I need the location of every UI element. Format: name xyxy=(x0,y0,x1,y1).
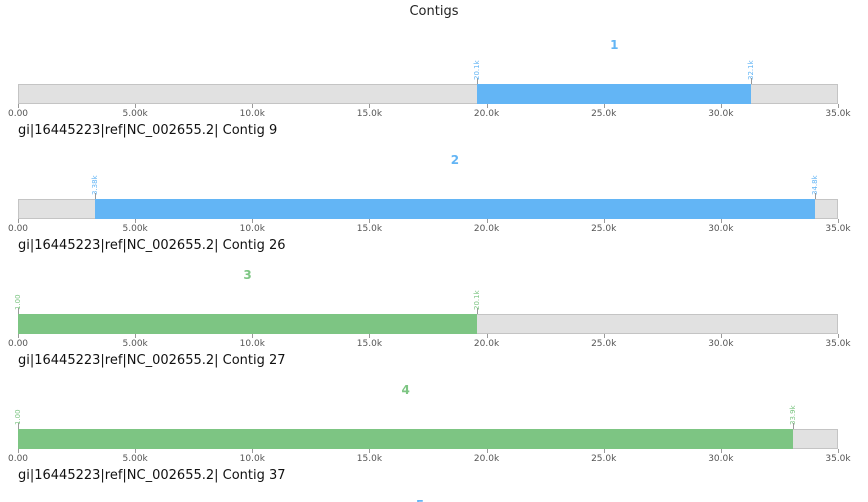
contig-panel-1: 1 20.1k 32.1k 0.00 5.00k 10.0k 15.0k 20.0k 25… xyxy=(0,38,868,153)
axis-tick-mark xyxy=(369,219,371,223)
contig-panel-2: 2 3.38k 34.8k 0.00 5.00k 10.0k 15.0k 20.0k 25… xyxy=(0,153,868,268)
contig-number-partial[interactable]: 5 xyxy=(416,498,424,502)
axis-tick-label: 25.0k xyxy=(591,454,617,464)
page-title: Contigs xyxy=(409,4,459,19)
axis-tick-mark xyxy=(603,219,605,223)
axis-tick-label: 5.00k xyxy=(122,339,148,349)
region-start-label: 1.00 xyxy=(14,294,22,310)
axis-tick-label: 0.00 xyxy=(7,109,29,119)
axis-tick-label: 30.0k xyxy=(708,224,734,234)
contig-number[interactable]: 3 xyxy=(243,268,251,282)
axis-tick-label: 5.00k xyxy=(122,109,148,119)
axis-tick-mark xyxy=(135,449,137,453)
axis-tick-label: 30.0k xyxy=(708,109,734,119)
axis-tick-mark xyxy=(603,334,605,338)
axis-tick-label: 35.0k xyxy=(825,339,851,349)
axis-tick-label: 0.00 xyxy=(7,224,29,234)
axis-tick-label: 35.0k xyxy=(825,454,851,464)
region-end-label: 33.9k xyxy=(789,405,798,425)
contig-region-bar[interactable] xyxy=(18,429,794,449)
axis-tick-label: 10.0k xyxy=(239,109,265,119)
region-end-label: 34.8k xyxy=(810,175,819,195)
contig-number[interactable]: 2 xyxy=(451,153,459,167)
axis-tick-mark xyxy=(486,449,488,453)
contig-number[interactable]: 1 xyxy=(610,38,618,52)
contig-region-bar[interactable] xyxy=(477,84,752,104)
axis-tick-mark xyxy=(18,449,19,453)
axis-tick-mark xyxy=(369,334,371,338)
axis-tick-mark xyxy=(18,334,19,338)
axis-tick-mark xyxy=(369,449,371,453)
axis-tick-label: 30.0k xyxy=(708,339,734,349)
axis-tick-mark xyxy=(369,104,371,108)
axis-tick-mark xyxy=(838,219,839,223)
region-end-label: 32.1k xyxy=(747,60,756,80)
contig-name: gi|16445223|ref|NC_002655.2| Contig 26 xyxy=(18,238,286,253)
axis-tick-mark xyxy=(720,104,722,108)
axis-tick-mark xyxy=(838,104,839,108)
axis-tick-label: 0.00 xyxy=(7,454,29,464)
axis-tick-label: 5.00k xyxy=(122,454,148,464)
axis-tick-label: 30.0k xyxy=(708,454,734,464)
axis-tick-label: 15.0k xyxy=(356,224,383,234)
axis-tick-label: 15.0k xyxy=(356,109,383,119)
axis-tick-label: 25.0k xyxy=(591,109,617,119)
axis-tick-mark xyxy=(135,104,137,108)
axis-tick-mark xyxy=(252,104,254,108)
axis-tick-mark xyxy=(603,449,605,453)
contig-region-bar[interactable] xyxy=(18,314,478,334)
axis-tick-mark xyxy=(720,449,722,453)
axis-tick-label: 10.0k xyxy=(239,339,265,349)
axis-tick-mark xyxy=(252,219,254,223)
axis-tick-label: 10.0k xyxy=(239,224,265,234)
contig-number[interactable]: 4 xyxy=(402,383,410,397)
axis-tick-mark xyxy=(720,219,722,223)
axis-tick-label: 20.0k xyxy=(473,224,500,234)
axis-tick-label: 20.0k xyxy=(473,454,500,464)
axis-tick-label: 25.0k xyxy=(591,339,617,349)
axis-tick-label: 0.00 xyxy=(7,339,29,349)
axis-tick-mark xyxy=(18,104,19,108)
axis-tick-mark xyxy=(252,334,254,338)
axis-tick-label: 5.00k xyxy=(122,224,148,234)
region-start-label: 3.38k xyxy=(91,175,100,195)
axis-tick-mark xyxy=(838,334,839,338)
contigs-view: Contigs 1 20.1k 32.1k 0.00 5.00k 10.0k 15.0… xyxy=(0,0,868,502)
axis-tick-mark xyxy=(838,449,839,453)
axis-tick-label: 10.0k xyxy=(239,454,265,464)
contig-name: gi|16445223|ref|NC_002655.2| Contig 9 xyxy=(18,123,278,138)
region-end-label: 20.1k xyxy=(473,290,482,310)
axis-tick-label: 15.0k xyxy=(356,339,383,349)
axis-tick-label: 25.0k xyxy=(591,224,617,234)
contig-region-bar[interactable] xyxy=(95,199,815,219)
axis-tick-mark xyxy=(135,219,137,223)
contig-name: gi|16445223|ref|NC_002655.2| Contig 27 xyxy=(18,353,286,368)
contig-panel-4: 4 1.00 33.9k 0.00 5.00k 10.0k 15.0k 20.0k 25.… xyxy=(0,383,868,498)
axis-tick-mark xyxy=(18,219,19,223)
axis-tick-label: 15.0k xyxy=(356,454,383,464)
axis-tick-mark xyxy=(486,219,488,223)
contig-name: gi|16445223|ref|NC_002655.2| Contig 37 xyxy=(18,468,286,483)
axis-tick-mark xyxy=(486,104,488,108)
axis-tick-mark xyxy=(135,334,137,338)
contig-panel-3: 3 1.00 20.1k 0.00 5.00k 10.0k 15.0k 20.0k 25.… xyxy=(0,268,868,383)
axis-tick-label: 20.0k xyxy=(473,339,500,349)
axis-tick-mark xyxy=(720,334,722,338)
axis-tick-mark xyxy=(603,104,605,108)
axis-tick-mark xyxy=(486,334,488,338)
region-start-label: 20.1k xyxy=(473,60,482,80)
axis-tick-label: 35.0k xyxy=(825,109,851,119)
region-start-label: 1.00 xyxy=(14,409,22,425)
axis-tick-mark xyxy=(252,449,254,453)
axis-tick-label: 20.0k xyxy=(473,109,500,119)
axis-tick-label: 35.0k xyxy=(825,224,851,234)
